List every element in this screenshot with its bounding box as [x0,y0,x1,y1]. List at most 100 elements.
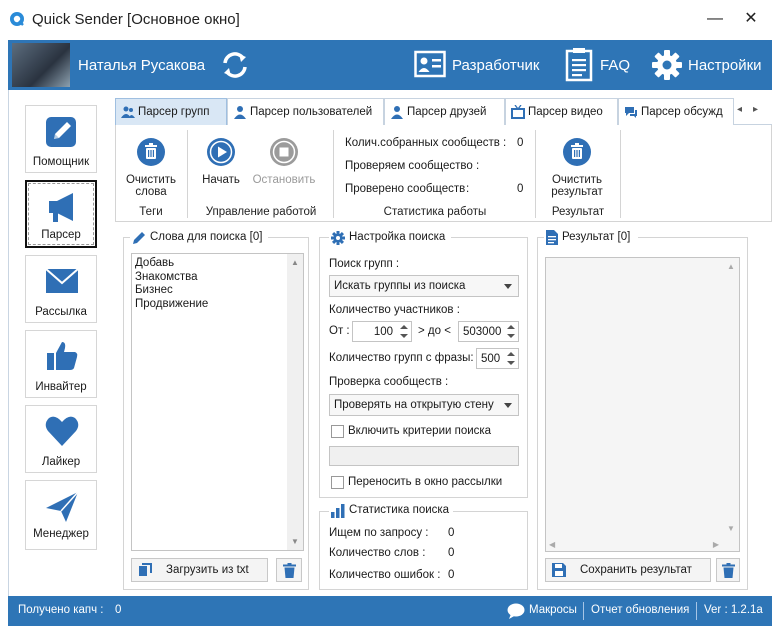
from-label: От : [329,325,350,337]
stepper-down-icon[interactable] [507,334,515,338]
tab-label: Парсер пользователей [250,106,373,118]
settings-button[interactable]: Настройки [651,48,763,82]
scroll-up-icon[interactable]: ▲ [291,258,299,267]
settings-label: Настройки [688,57,762,74]
sidebar-item-label: Лайкер [41,456,81,468]
sidebar-item-label: Инвайтер [35,381,87,393]
gear-icon [652,50,682,80]
tab-friends-parser[interactable]: Парсер друзей [384,98,505,125]
words-scrollbar[interactable]: ▲ ▼ [287,254,303,550]
search-groups-select[interactable]: Искать группы из поиска [329,275,519,297]
faq-label: FAQ [600,57,631,74]
sidebar-item-helper[interactable]: Помощник [25,105,97,173]
heart-icon [45,416,79,446]
minimize-button[interactable]: — [704,8,726,30]
trash-icon [283,563,296,578]
criteria-checkbox[interactable] [331,425,344,438]
from-value: 100 [373,326,393,338]
per-phrase-stepper[interactable]: 500 [476,348,519,369]
status-separator [696,602,697,620]
members-to-stepper[interactable]: 503000 [458,321,519,342]
tab-discussions-parser[interactable]: Парсер обсужд [618,98,734,125]
tab-label: Парсер видео [528,106,603,118]
settings-panel-title: Настройка поиска [329,230,451,246]
settings-title: Настройка поиска [349,231,446,243]
search-stats-title-wrap: Статистика поиска [329,503,453,519]
scroll-left-icon[interactable]: ◀ [549,540,555,549]
transfer-checkbox[interactable] [331,476,344,489]
words-list[interactable]: Добавь Знакомства Бизнес Продвижение ▲ ▼ [131,253,304,551]
close-button[interactable]: ✕ [740,8,762,30]
stop-button[interactable]: Остановить [249,137,319,186]
load-label: Загрузить из txt [166,564,249,576]
refresh-icon[interactable] [219,49,251,81]
faq-button[interactable]: FAQ [565,46,635,84]
delete-result-button[interactable] [716,558,740,582]
parser-tabs: Парсер групп Парсер пользователей Парсер… [115,98,772,125]
tab-scroll-right[interactable]: ▸ [753,104,758,115]
stepper-down-icon[interactable] [507,361,515,365]
tab-video-parser[interactable]: Парсер видео [505,98,618,125]
clear-words-button[interactable]: Очистить слова [121,137,181,198]
members-from-stepper[interactable]: 100 [352,321,412,342]
check-communities-select[interactable]: Проверять на открытую стену [329,394,519,416]
developer-button[interactable]: Разработчик [412,48,542,82]
trash-icon [137,138,165,166]
list-item[interactable]: Продвижение [135,298,208,312]
sidebar-item-mailing[interactable]: Рассылка [25,255,97,323]
scroll-right-icon[interactable]: ▶ [713,540,719,549]
search-groups-value: Искать группы из поиска [334,280,466,292]
result-list[interactable]: ▲ ▼ ◀ ▶ [545,257,740,552]
sidebar-item-label: Парсер [41,229,81,241]
errors-label: Количество ошибок : [329,569,441,581]
scroll-down-icon[interactable]: ▼ [291,537,299,546]
stepper-down-icon[interactable] [400,334,408,338]
ribbon-separator [187,130,188,218]
delete-words-button[interactable] [276,558,302,582]
stop-label: Остановить [252,174,316,186]
sidebar-item-liker[interactable]: Лайкер [25,405,97,473]
clear-words-line1: Очистить [125,174,177,186]
title-bar: Quick Sender [Основное окно] — ✕ [0,0,780,40]
words-count-label: Количество слов : [329,547,426,559]
scroll-down-icon[interactable]: ▼ [727,524,735,533]
control-group-label: Управление работой [205,206,317,218]
collected-label: Колич.собранных сообществ : [345,137,507,149]
tab-group-parser[interactable]: Парсер групп [115,98,227,125]
user-name[interactable]: Наталья Русакова [78,57,205,74]
stepper-up-icon[interactable] [507,352,515,356]
save-result-button[interactable]: Сохранить результат [545,558,711,582]
thumbs-up-icon [47,342,78,370]
scroll-up-icon[interactable]: ▲ [727,262,735,271]
sidebar-item-manager[interactable]: Менеджер [25,480,97,550]
result-vscroll[interactable]: ▲ ▼ [723,258,739,551]
tags-group-label: Теги [139,206,163,218]
avatar[interactable] [12,43,70,87]
update-report-link[interactable]: Отчет обновления [591,604,689,616]
clear-result-button[interactable]: Очистить результат [541,137,613,198]
list-item[interactable]: Бизнес [135,284,208,298]
macros-link[interactable]: Макросы [529,604,577,616]
stepper-up-icon[interactable] [507,325,515,329]
document-icon [546,230,558,245]
sidebar-item-inviter[interactable]: Инвайтер [25,330,97,398]
tab-scroll-left[interactable]: ◂ [737,104,742,115]
user-icon [234,106,246,119]
tab-user-parser[interactable]: Парсер пользователей [227,98,384,125]
pencil-icon [133,232,145,244]
checked-label: Проверено сообществ [345,183,466,195]
stepper-up-icon[interactable] [400,325,408,329]
words-title: Слова для поиска [0] [150,231,263,243]
ribbon-separator [535,130,536,218]
window-title: Quick Sender [Основное окно] [32,11,240,28]
stop-icon [270,138,298,166]
load-from-txt-button[interactable]: Загрузить из txt [131,558,268,582]
gear-icon [331,231,345,245]
criteria-input[interactable] [329,446,519,466]
pencil-icon [46,117,76,147]
list-item[interactable]: Добавь [135,257,208,271]
start-button[interactable]: Начать [196,137,246,186]
document-list-icon [565,48,593,82]
sidebar-item-parser[interactable]: Парсер [25,180,97,248]
list-item[interactable]: Знакомства [135,271,208,285]
